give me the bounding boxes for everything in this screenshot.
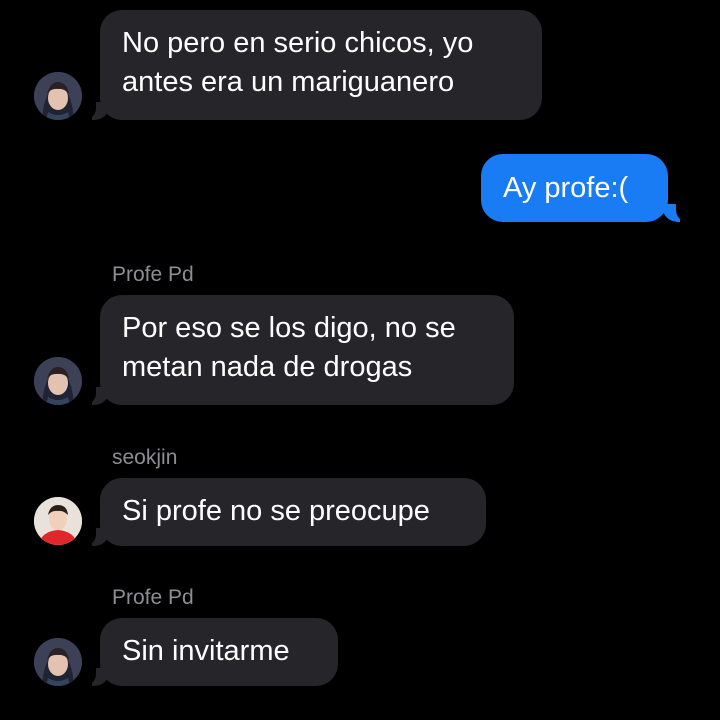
message-text: Por eso se los digo, no se [122, 312, 456, 344]
message-bubble[interactable]: Si profe no se preocupe [100, 478, 486, 546]
bubble-tail [82, 102, 110, 120]
sender-name: Profe Pd [112, 263, 194, 286]
bubble-tail [82, 668, 110, 686]
sender-name: seokjin [112, 446, 178, 469]
bubble-tail [82, 528, 110, 546]
message-text: No pero en serio chicos, yo [122, 27, 474, 59]
person-avatar-icon [34, 638, 82, 686]
bubble-tail [82, 387, 110, 405]
avatar-profe-pd[interactable] [34, 72, 82, 120]
message-bubble[interactable]: Sin invitarme [100, 618, 338, 686]
message-bubble[interactable]: No pero en serio chicos, yo antes era un… [100, 10, 542, 120]
sender-name: Profe Pd [112, 586, 194, 609]
message-text: Si profe no se preocupe [122, 495, 430, 527]
message-text: Sin invitarme [122, 635, 290, 667]
avatar-profe-pd[interactable] [34, 357, 82, 405]
person-avatar-icon [34, 72, 82, 120]
message-text: metan nada de drogas [122, 351, 413, 383]
bubble-tail [662, 204, 690, 222]
avatar-seokjin[interactable] [34, 497, 82, 545]
message-text: antes era un mariguanero [122, 66, 455, 98]
message-bubble-outgoing[interactable]: Ay profe:( [481, 154, 668, 222]
avatar-profe-pd[interactable] [34, 638, 82, 686]
message-text: Ay profe:( [503, 171, 629, 204]
message-bubble[interactable]: Por eso se los digo, no se metan nada de… [100, 295, 514, 405]
person-avatar-icon [34, 357, 82, 405]
person-avatar-icon [34, 497, 82, 545]
